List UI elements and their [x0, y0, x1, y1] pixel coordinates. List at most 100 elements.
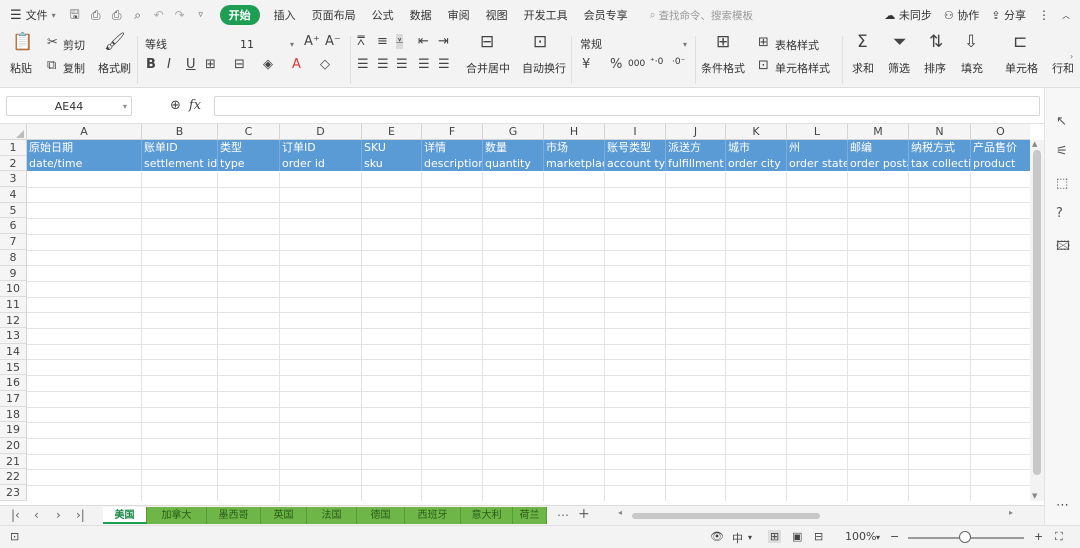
header-cell[interactable]: quantity	[483, 155, 544, 172]
insert-function-button[interactable]: fx	[189, 98, 201, 113]
last-sheet-icon[interactable]: ›|	[76, 508, 85, 522]
decrease-decimal-icon[interactable]: ·0⁻	[672, 57, 685, 67]
settings-sliders-icon[interactable]: ⚟	[1056, 144, 1068, 159]
table-style-icon[interactable]: ⊞	[758, 35, 769, 50]
currency-button[interactable]: ¥	[582, 57, 590, 72]
clear-format-icon[interactable]: ◇	[320, 57, 330, 72]
header-cell[interactable]: 州	[787, 140, 848, 156]
format-painter-icon[interactable]: 🖌	[104, 32, 126, 52]
zoom-out-icon[interactable]: −	[890, 530, 899, 543]
header-cell[interactable]: 账单ID	[142, 140, 218, 156]
zoom-level[interactable]: 100%	[845, 530, 876, 543]
row-header[interactable]: 9	[0, 266, 26, 282]
tab-data[interactable]: 数据	[410, 7, 432, 23]
header-cell[interactable]: description	[422, 155, 483, 172]
align-left-icon[interactable]: ☰	[357, 57, 369, 72]
table-style-button[interactable]: 表格样式	[775, 37, 819, 53]
header-cell[interactable]: 产品售价	[971, 140, 1030, 156]
undo-icon[interactable]: ↶	[152, 8, 166, 22]
sheet-tab[interactable]: 荷兰	[513, 507, 547, 524]
merge-icon[interactable]: ⊟	[480, 32, 494, 52]
vertical-scrollbar[interactable]: ▲ ▼	[1030, 140, 1044, 501]
decrease-font-icon[interactable]: A⁻	[325, 34, 341, 49]
cell-style-icon[interactable]: ⊡	[758, 58, 769, 73]
fill-button[interactable]: 填充	[961, 60, 983, 76]
row-header[interactable]: 4	[0, 187, 26, 203]
header-cell[interactable]: 派送方	[666, 140, 726, 156]
cut-icon[interactable]: ✂	[47, 35, 58, 50]
column-header[interactable]: A	[27, 124, 142, 140]
collab-button[interactable]: ⚇ 协作	[944, 7, 979, 23]
ribbon-scroll-right-icon[interactable]: ›	[1070, 52, 1073, 61]
format-painter-button[interactable]: 格式刷	[98, 60, 131, 76]
align-top-icon[interactable]: ⩞	[357, 34, 365, 49]
align-middle-icon[interactable]: ≡	[377, 34, 388, 49]
sheet-tab[interactable]: 意大利	[461, 507, 513, 524]
ime-indicator[interactable]: 中	[732, 530, 743, 546]
export-icon[interactable]: ⎙	[89, 8, 103, 23]
header-cell[interactable]: order id	[280, 155, 362, 172]
save-icon[interactable]: 🖫	[68, 5, 82, 26]
cell-style-button[interactable]: 单元格样式	[775, 60, 830, 76]
column-header[interactable]: H	[544, 124, 605, 140]
row-header[interactable]: 15	[0, 360, 26, 376]
sync-button[interactable]: ☁ 未同步	[884, 7, 932, 23]
row-header[interactable]: 5	[0, 203, 26, 219]
column-header[interactable]: K	[726, 124, 787, 140]
scroll-thumb[interactable]	[1033, 150, 1041, 475]
h-scroll-thumb[interactable]	[632, 513, 820, 519]
column-header[interactable]: O	[971, 124, 1030, 140]
header-cell[interactable]: 城市	[726, 140, 787, 156]
paste-button[interactable]: 粘贴	[10, 60, 32, 76]
sort-icon[interactable]: ⇅	[929, 32, 943, 52]
italic-icon[interactable]: I	[167, 57, 171, 72]
filter-button[interactable]: 筛选	[888, 60, 910, 76]
horizontal-scrollbar[interactable]: ◂ ▸	[612, 508, 1017, 521]
row-header[interactable]: 3	[0, 171, 26, 188]
align-center-icon[interactable]: ☰	[377, 57, 389, 72]
header-cell[interactable]: fulfillment	[666, 155, 726, 172]
row-col-button[interactable]: 行和	[1052, 60, 1074, 76]
header-cell[interactable]: 原始日期	[27, 140, 142, 156]
font-name-select[interactable]: 等线	[141, 35, 235, 53]
file-menu[interactable]: ☰ 文件 ▾	[10, 7, 56, 23]
header-cell[interactable]: product	[971, 156, 1030, 172]
conditional-format-button[interactable]: 条件格式	[701, 60, 745, 76]
font-size-select[interactable]: 11 ▾	[236, 35, 298, 53]
header-cell[interactable]: 邮编	[848, 140, 909, 156]
row-header[interactable]: 8	[0, 250, 26, 266]
collapse-ribbon-icon[interactable]: ︿	[1062, 10, 1070, 21]
tab-view[interactable]: 视图	[486, 7, 508, 23]
header-cell[interactable]: 数量	[483, 140, 544, 156]
column-header[interactable]: I	[605, 124, 666, 140]
paste-icon[interactable]: 📋	[12, 32, 33, 52]
copy-icon[interactable]: ⧉	[47, 58, 56, 73]
row-header[interactable]: 23	[0, 485, 26, 501]
frame-icon[interactable]: ⬚	[1056, 176, 1068, 191]
header-cell[interactable]: marketplace	[544, 155, 605, 172]
row-header[interactable]: 17	[0, 391, 26, 407]
wrap-text-icon[interactable]: ⊡	[533, 32, 547, 52]
normal-view-icon[interactable]: ⊞	[768, 530, 782, 543]
column-header[interactable]: G	[483, 124, 544, 140]
row-header[interactable]: 21	[0, 454, 26, 470]
image-icon[interactable]: 🖾	[1056, 237, 1070, 259]
more-sheets-icon[interactable]: ⋯	[557, 508, 569, 522]
header-cell[interactable]: 详情	[422, 140, 483, 156]
scroll-down-icon[interactable]: ▼	[1032, 492, 1037, 500]
spreadsheet-grid[interactable]: ABCDEFGHIJKLMNO 1 2 3 4 5 6 7 8 9 10 11 12 13 14 15 16 1…	[0, 124, 1030, 501]
row-header[interactable]: 13	[0, 328, 26, 344]
column-header[interactable]: F	[422, 124, 483, 140]
header-cell[interactable]: settlement id	[142, 155, 218, 172]
sheet-tab[interactable]: 西班牙	[405, 507, 461, 524]
more-icon[interactable]: ⋮	[1038, 8, 1050, 22]
row-header[interactable]: 10	[0, 281, 26, 297]
zoom-in-icon[interactable]: +	[1034, 530, 1043, 543]
more-icon[interactable]: ⋯	[1056, 498, 1069, 513]
column-header[interactable]: B	[142, 124, 218, 140]
header-cell[interactable]: 市场	[544, 140, 605, 156]
column-header[interactable]: C	[218, 124, 280, 140]
increase-decimal-icon[interactable]: ⁺·0	[650, 57, 663, 67]
tab-member[interactable]: 会员专享	[584, 7, 628, 23]
distribute-icon[interactable]: ☰	[438, 57, 450, 72]
